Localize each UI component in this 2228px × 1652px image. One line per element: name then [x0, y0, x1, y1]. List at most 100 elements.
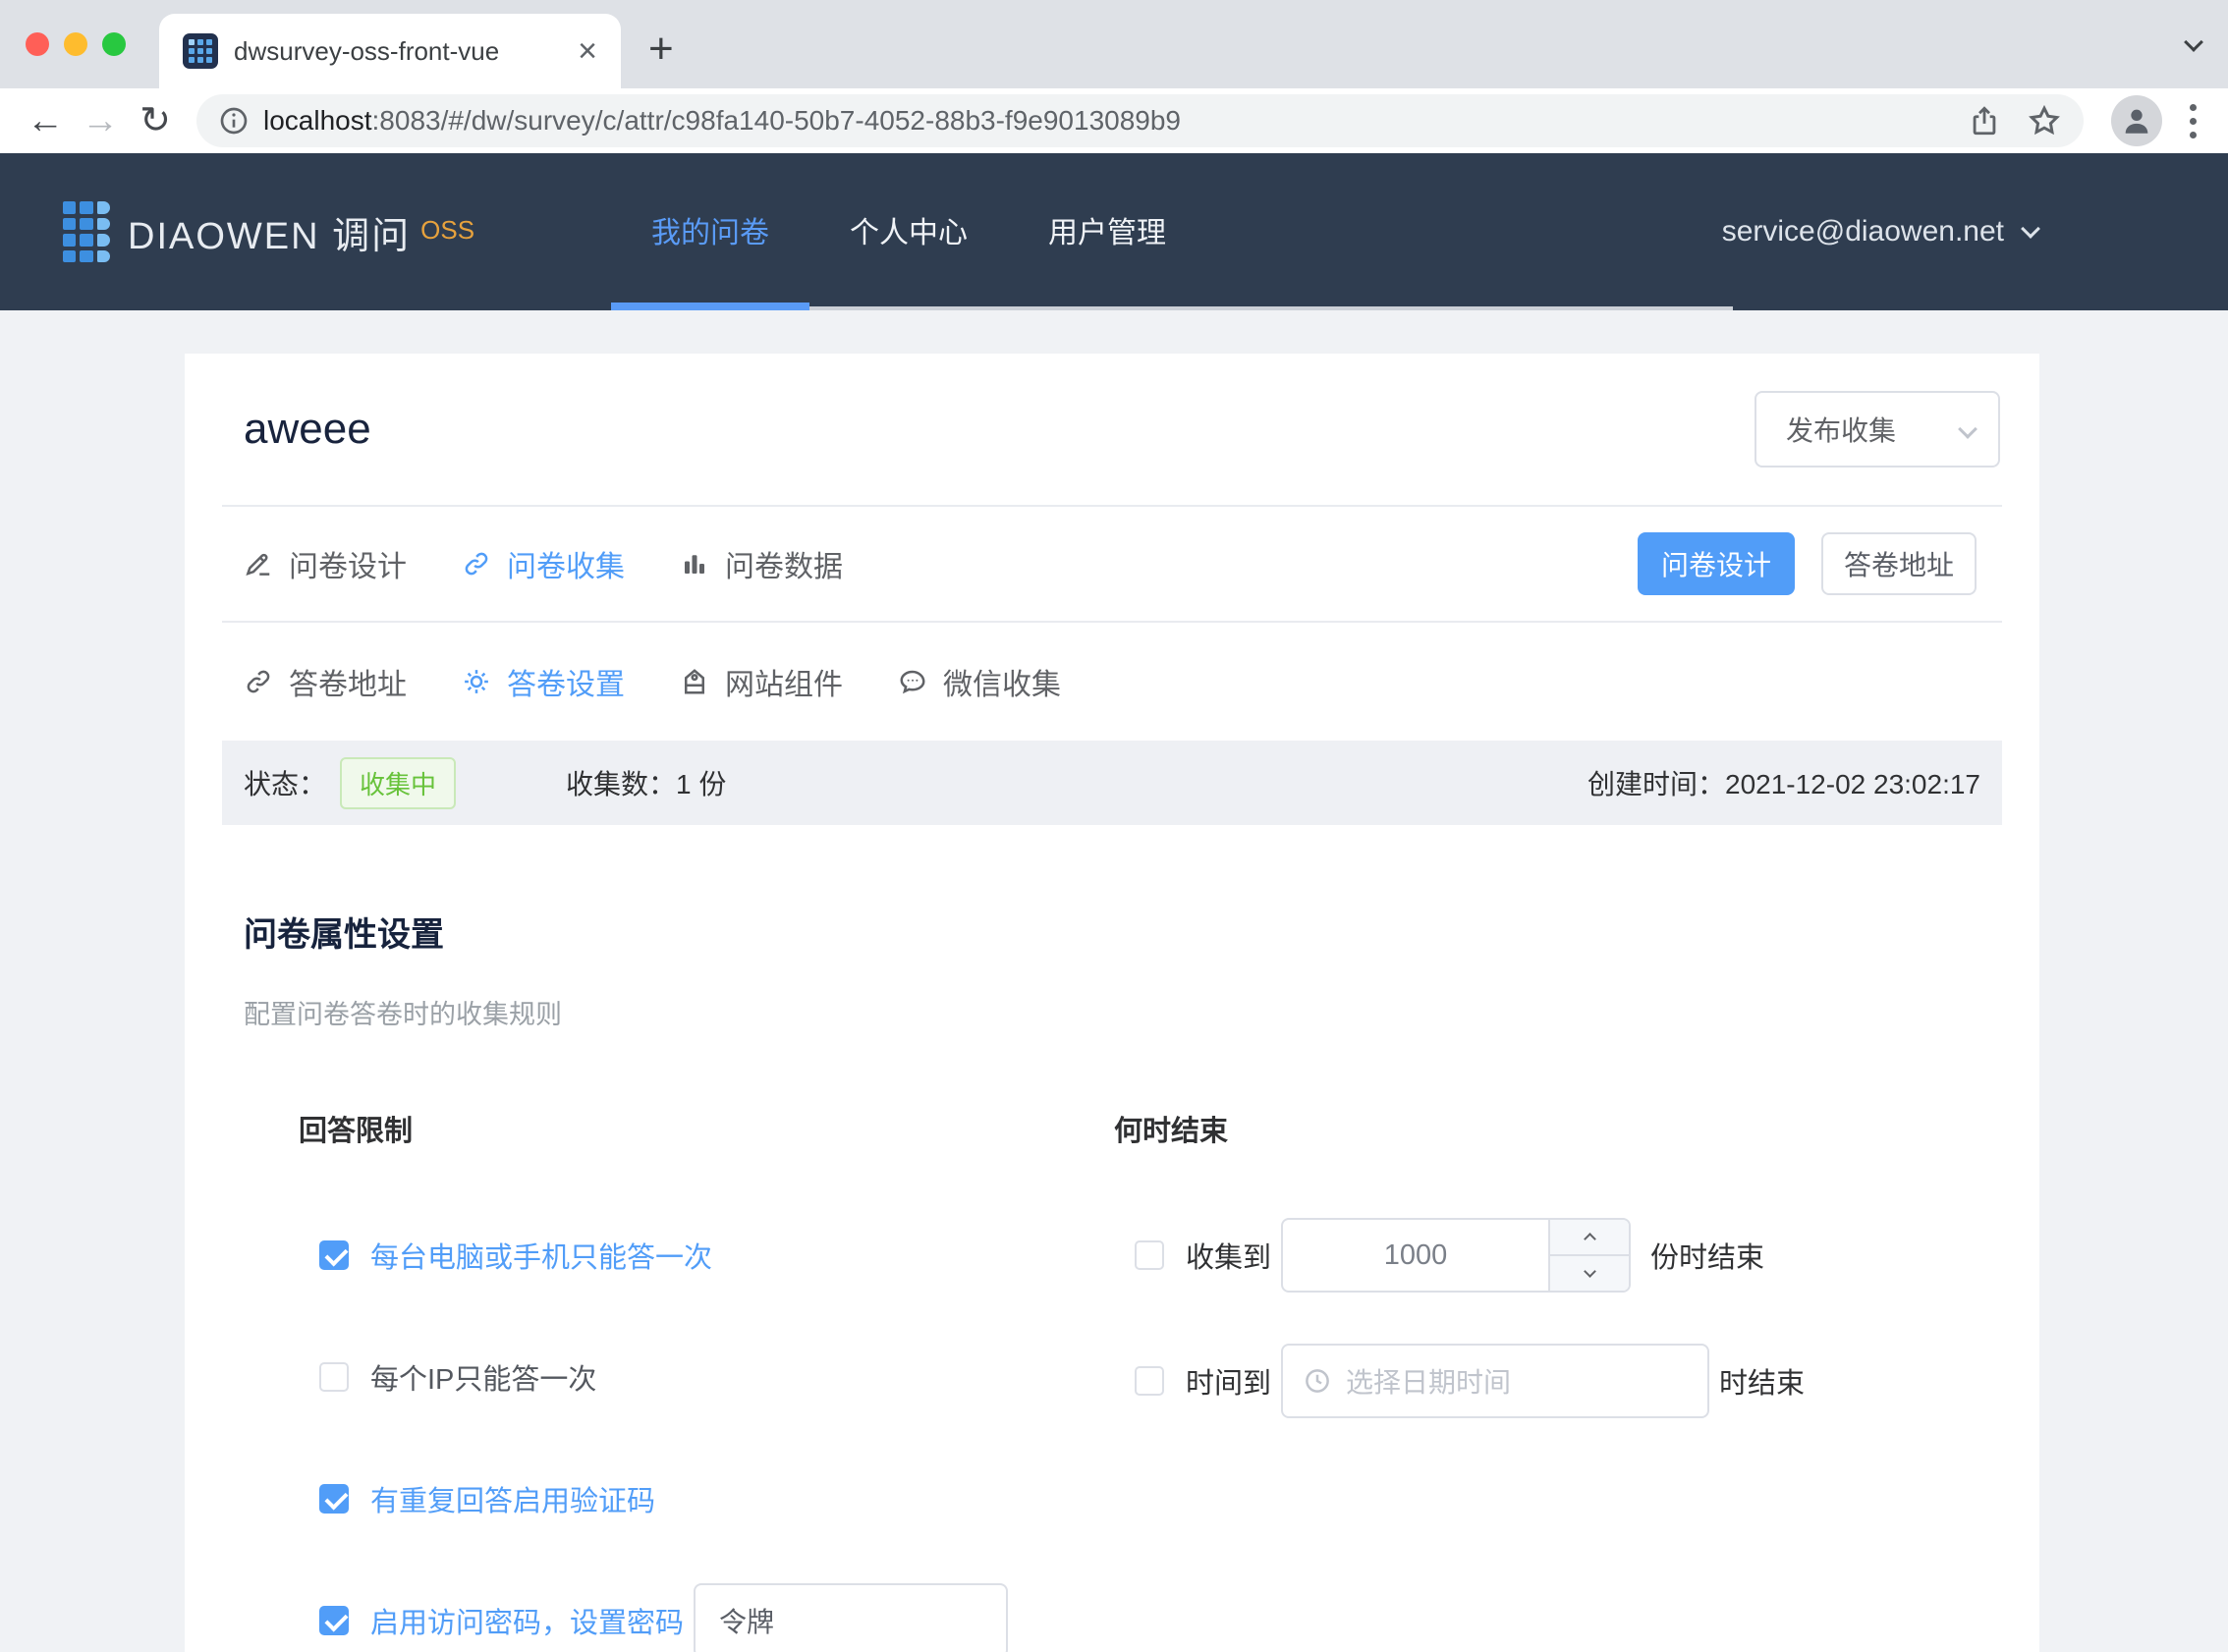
page-body: aweee 发布收集 问卷设计 问卷收集 问卷数据 问卷设计 答卷地址 [0, 310, 2228, 1652]
checkbox-label[interactable]: 收集到 [1186, 1235, 1271, 1276]
checkbox-password[interactable] [319, 1606, 349, 1635]
pencil-icon [244, 549, 273, 578]
checkbox-label[interactable]: 每个IP只能答一次 [370, 1356, 596, 1398]
count-value: 1 份 [676, 769, 726, 799]
tab-survey-collect[interactable]: 问卷收集 [462, 542, 625, 585]
brand[interactable]: DIAOWEN 调问 OSS [63, 201, 474, 262]
section-desc: 配置问卷答卷时的收集规则 [244, 993, 1980, 1031]
back-icon[interactable]: ← [18, 102, 73, 139]
tab-survey-data[interactable]: 问卷数据 [680, 542, 843, 585]
design-button[interactable]: 问卷设计 [1638, 532, 1795, 595]
bookmark-star-icon[interactable] [2027, 103, 2062, 138]
favicon-icon [183, 33, 218, 69]
address-bar[interactable]: localhost:8083/#/dw/survey/c/attr/c98fa1… [196, 94, 2084, 147]
logo-icon [63, 201, 110, 262]
reload-icon[interactable]: ↻ [128, 102, 183, 139]
subtab-answer-url[interactable]: 答卷地址 [244, 660, 407, 703]
number-stepper [1548, 1220, 1629, 1291]
maximize-window-button[interactable] [102, 32, 126, 56]
checkbox-ip-once[interactable] [319, 1362, 349, 1392]
checkbox-label[interactable]: 启用访问密码，设置密码 [370, 1600, 684, 1641]
app-navbar: DIAOWEN 调问 OSS 我的问卷 个人中心 用户管理 service@di… [0, 153, 2228, 310]
stepper-up-button[interactable] [1550, 1220, 1629, 1256]
checkbox-label[interactable]: 每台电脑或手机只能答一次 [370, 1235, 712, 1276]
tab-label: 问卷收集 [507, 542, 625, 585]
subtab-site-widget[interactable]: 网站组件 [680, 660, 843, 703]
new-tab-button[interactable]: + [648, 22, 674, 77]
checkbox-label[interactable]: 时间到 [1186, 1360, 1271, 1402]
subtab-label: 微信收集 [943, 660, 1061, 703]
publish-select-value: 发布收集 [1786, 410, 1896, 449]
main-menu: 我的问卷 个人中心 用户管理 [611, 153, 1733, 310]
status-bar: 状态： 收集中 收集数：1 份 创建时间：2021-12-02 23:02:17 [222, 741, 2002, 825]
nav-item-user-management[interactable]: 用户管理 [1008, 153, 1206, 306]
settings-form: 回答限制 每台电脑或手机只能答一次 每个IP只能答一次 有重复回答启用验证码 启… [185, 1108, 2039, 1652]
bar-chart-icon [680, 549, 709, 578]
info-icon[interactable] [218, 105, 250, 137]
answer-limit-header: 回答限制 [299, 1108, 1114, 1149]
chevron-down-icon [2021, 219, 2040, 239]
time-suffix: 时结束 [1719, 1360, 1805, 1402]
end-condition-header: 何时结束 [1114, 1108, 2039, 1149]
checkbox-device-once[interactable] [319, 1240, 349, 1270]
rule-row-ip-once: 每个IP只能答一次 [299, 1340, 1114, 1414]
count-number-input [1281, 1218, 1631, 1293]
browser-menu-icon[interactable] [2190, 104, 2197, 138]
survey-tabs-row: 问卷设计 问卷收集 问卷数据 问卷设计 答卷地址 [185, 507, 2039, 621]
brand-name: DIAOWEN 调问 [128, 205, 411, 259]
datetime-picker[interactable]: 选择日期时间 [1281, 1344, 1709, 1418]
subtab-answer-settings[interactable]: 答卷设置 [462, 660, 625, 703]
checkbox-captcha[interactable] [319, 1484, 349, 1514]
created-label: 创建时间： [1587, 769, 1725, 799]
nav-item-personal-center[interactable]: 个人中心 [809, 153, 1008, 306]
checkbox-end-by-count[interactable] [1135, 1240, 1164, 1270]
collect-count: 收集数：1 份 [566, 763, 726, 802]
count-label: 收集数： [566, 769, 676, 799]
end-row-count: 收集到 份时结束 [1114, 1218, 2039, 1293]
close-tab-icon[interactable]: × [578, 34, 597, 68]
url-path: :8083/#/dw/survey/c/attr/c98fa140-50b7-4… [372, 105, 1181, 136]
browser-tab-strip: dwsurvey-oss-front-vue × + [0, 0, 2228, 88]
tab-label: 问卷设计 [289, 542, 407, 585]
tab-search-chevron-icon[interactable] [2187, 35, 2200, 54]
rule-row-captcha: 有重复回答启用验证码 [299, 1461, 1114, 1536]
tab-survey-design[interactable]: 问卷设计 [244, 542, 407, 585]
subtab-wechat-collect[interactable]: 微信收集 [898, 660, 1061, 703]
subtab-label: 答卷地址 [289, 660, 407, 703]
subtab-label: 网站组件 [725, 660, 843, 703]
minimize-window-button[interactable] [64, 32, 87, 56]
section-title: 问卷属性设置 [244, 908, 1980, 956]
clock-icon [1303, 1366, 1332, 1396]
user-menu[interactable]: service@diaowen.net [1722, 153, 2037, 310]
checkbox-end-by-time[interactable] [1135, 1366, 1164, 1396]
wechat-icon [898, 667, 927, 696]
window-controls [26, 32, 126, 56]
answer-url-button[interactable]: 答卷地址 [1821, 532, 1977, 595]
url-text[interactable]: localhost:8083/#/dw/survey/c/attr/c98fa1… [263, 105, 1942, 137]
created-time: 创建时间：2021-12-02 23:02:17 [1587, 763, 1980, 802]
count-suffix: 份时结束 [1650, 1235, 1764, 1276]
stepper-down-button[interactable] [1550, 1256, 1629, 1291]
user-email: service@diaowen.net [1722, 215, 2004, 248]
subtab-label: 答卷设置 [507, 660, 625, 703]
share-icon[interactable] [1968, 104, 2001, 138]
checkbox-label[interactable]: 有重复回答启用验证码 [370, 1478, 655, 1519]
created-value: 2021-12-02 23:02:17 [1725, 769, 1980, 799]
link-icon [244, 667, 273, 696]
browser-tab[interactable]: dwsurvey-oss-front-vue × [159, 14, 621, 88]
browser-profile-avatar[interactable] [2111, 95, 2162, 146]
nav-item-my-surveys[interactable]: 我的问卷 [611, 153, 809, 306]
status-badge: 收集中 [340, 757, 456, 809]
brand-edition: OSS [420, 215, 474, 246]
answer-limit-column: 回答限制 每台电脑或手机只能答一次 每个IP只能答一次 有重复回答启用验证码 启… [299, 1108, 1114, 1652]
survey-title: aweee [244, 405, 1755, 454]
chevron-down-icon [1958, 419, 1977, 439]
publish-select[interactable]: 发布收集 [1755, 391, 2000, 468]
password-input[interactable] [694, 1583, 1008, 1652]
count-value-input[interactable] [1283, 1220, 1548, 1291]
end-condition-column: 何时结束 收集到 份时结束 时间到 [1114, 1108, 2039, 1652]
rule-row-password: 启用访问密码，设置密码 [299, 1583, 1114, 1652]
gear-icon [462, 667, 491, 696]
close-window-button[interactable] [26, 32, 49, 56]
link-icon [462, 549, 491, 578]
